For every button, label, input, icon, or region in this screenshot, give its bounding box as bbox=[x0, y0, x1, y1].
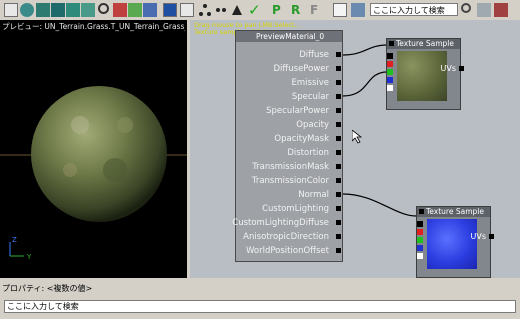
pin-opacitymask[interactable] bbox=[336, 136, 341, 141]
input-worldpositionoffset: WorldPositionOffset bbox=[246, 246, 329, 256]
apply-icon[interactable] bbox=[230, 3, 244, 17]
channel-a-pin[interactable] bbox=[417, 253, 423, 259]
stats-icon[interactable] bbox=[163, 3, 177, 17]
texture-thumbnail bbox=[397, 51, 447, 101]
texture-sample-title: Texture Sample bbox=[396, 39, 454, 48]
pin-specularpower[interactable] bbox=[336, 108, 341, 113]
texture-sample-title: Texture Sample bbox=[426, 207, 484, 216]
preview-sphere: Y Z bbox=[0, 86, 187, 261]
properties-title: プロパティ: <複数の値> bbox=[2, 284, 93, 293]
uvs-label: UVs bbox=[470, 232, 487, 241]
channel-g-pin[interactable] bbox=[387, 69, 393, 75]
pin-customlighting[interactable] bbox=[336, 206, 341, 211]
material-node-title: PreviewMaterial_0 bbox=[236, 31, 342, 42]
channel-r-pin[interactable] bbox=[417, 229, 423, 235]
channel-g-pin[interactable] bbox=[417, 237, 423, 243]
node-toggle-icon[interactable] bbox=[419, 209, 424, 214]
node-toggle-icon[interactable] bbox=[389, 41, 394, 46]
input-transmissionmask: TransmissionMask bbox=[252, 162, 329, 172]
search-input[interactable]: ここに入力して検索 bbox=[370, 3, 458, 16]
pin-transmissionmask[interactable] bbox=[336, 164, 341, 169]
channel-rgb-pin[interactable] bbox=[387, 53, 393, 59]
sphere-icon[interactable] bbox=[20, 3, 34, 17]
preview-panel[interactable]: プレビュー: UN_Terrain.Grass.T_UN_Terrain_Gra… bbox=[0, 20, 187, 278]
pin-worldpositionoffset[interactable] bbox=[336, 248, 341, 253]
input-distortion: Distortion bbox=[287, 148, 329, 158]
list-icon[interactable] bbox=[333, 3, 347, 17]
texture-sample-node[interactable]: Texture Sample UVs bbox=[416, 206, 494, 278]
pin-specular[interactable] bbox=[336, 94, 341, 99]
p-icon[interactable]: P bbox=[272, 3, 286, 17]
search-button[interactable] bbox=[461, 3, 471, 13]
toolbar: ✓ P R F ここに入力して検索 bbox=[0, 0, 520, 21]
input-normal: Normal bbox=[298, 190, 329, 200]
pin-customlightingdiffuse[interactable] bbox=[336, 220, 341, 225]
sort-icon[interactable] bbox=[494, 3, 508, 17]
pin-normal[interactable] bbox=[336, 192, 341, 197]
channel-a-pin[interactable] bbox=[387, 85, 393, 91]
pin-transmissioncolor[interactable] bbox=[336, 178, 341, 183]
input-specularpower: SpecularPower bbox=[266, 106, 329, 116]
pin-diffuse[interactable] bbox=[336, 52, 341, 57]
pin-anisotropicdirection[interactable] bbox=[336, 234, 341, 239]
realtime-icon[interactable] bbox=[128, 3, 142, 17]
zoom-icon[interactable] bbox=[351, 3, 365, 17]
pin-opacity[interactable] bbox=[336, 122, 341, 127]
hierarchy-icon[interactable] bbox=[198, 3, 212, 17]
properties-panel: プロパティ: <複数の値> ここに入力して検索 bbox=[0, 281, 520, 319]
plane-icon[interactable] bbox=[66, 3, 80, 17]
normal-map-thumbnail bbox=[427, 219, 477, 269]
settings-icon[interactable] bbox=[477, 3, 491, 17]
search-icon[interactable] bbox=[98, 3, 109, 14]
cube-icon[interactable] bbox=[51, 3, 65, 17]
pin-diffusepower[interactable] bbox=[336, 66, 341, 71]
input-opacitymask: OpacityMask bbox=[274, 134, 329, 144]
r-icon[interactable]: R bbox=[291, 3, 305, 17]
texture-sample-header: Texture Sample bbox=[387, 39, 460, 49]
texture-sample-node[interactable]: Texture Sample UVs bbox=[386, 38, 464, 110]
input-opacity: Opacity bbox=[296, 120, 329, 130]
input-emissive: Emissive bbox=[291, 78, 330, 88]
material-icon[interactable] bbox=[143, 3, 157, 17]
nodes-icon[interactable] bbox=[180, 3, 194, 17]
channel-r-pin[interactable] bbox=[387, 61, 393, 67]
properties-search-input[interactable]: ここに入力して検索 bbox=[4, 300, 516, 313]
check-icon[interactable]: ✓ bbox=[248, 3, 262, 18]
pin-emissive[interactable] bbox=[336, 80, 341, 85]
mouse-cursor-icon bbox=[352, 130, 362, 144]
mesh-icon[interactable] bbox=[81, 3, 95, 17]
input-transmissioncolor: TransmissionColor bbox=[251, 176, 329, 186]
input-customlighting: CustomLighting bbox=[262, 204, 329, 214]
input-specular: Specular bbox=[291, 92, 329, 102]
uvs-pin[interactable] bbox=[459, 66, 464, 71]
channel-b-pin[interactable] bbox=[417, 245, 423, 251]
uvs-label: UVs bbox=[440, 64, 457, 73]
f-icon[interactable]: F bbox=[310, 3, 324, 17]
input-customlightingdiffuse: CustomLightingDiffuse bbox=[232, 218, 329, 228]
input-diffuse: Diffuse bbox=[299, 50, 329, 60]
svg-text:Y: Y bbox=[26, 253, 32, 261]
material-graph[interactable]: Drag mouse to pan LMB:Select... Texture … bbox=[190, 20, 520, 278]
uvs-pin[interactable] bbox=[489, 234, 494, 239]
toggle-icon[interactable] bbox=[214, 3, 228, 17]
grid-icon[interactable] bbox=[4, 3, 18, 17]
material-node[interactable]: PreviewMaterial_0 Diffuse DiffusePower E… bbox=[232, 30, 343, 262]
pin-distortion[interactable] bbox=[336, 150, 341, 155]
cylinder-icon[interactable] bbox=[36, 3, 50, 17]
input-anisotropicdirection: AnisotropicDirection bbox=[243, 232, 329, 242]
input-diffusepower: DiffusePower bbox=[273, 64, 329, 74]
channel-rgb-pin[interactable] bbox=[417, 221, 423, 227]
clean-icon[interactable] bbox=[113, 3, 127, 17]
texture-sample-header: Texture Sample bbox=[417, 207, 490, 217]
svg-text:Z: Z bbox=[12, 236, 17, 244]
channel-b-pin[interactable] bbox=[387, 77, 393, 83]
